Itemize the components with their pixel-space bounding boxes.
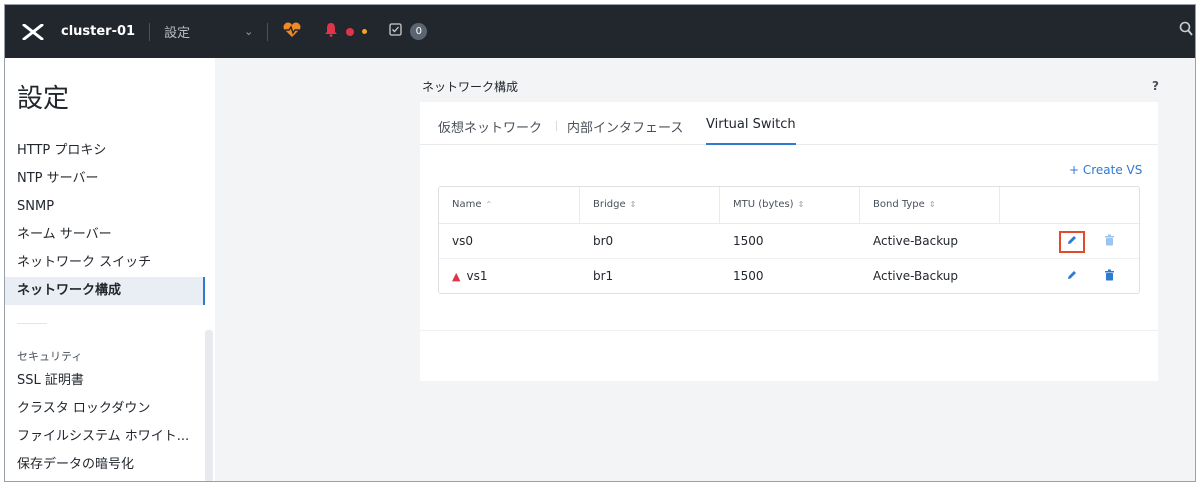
- search-icon[interactable]: [1179, 21, 1193, 41]
- nav-item-network-configuration[interactable]: ネットワーク構成: [5, 277, 205, 305]
- alert-bell-icon[interactable]: [324, 22, 338, 41]
- column-header-bond-type[interactable]: Bond Type ⇕: [860, 187, 1000, 223]
- sort-icon: ⇕: [928, 200, 936, 209]
- nutanix-logo-icon[interactable]: [11, 23, 55, 40]
- network-config-card: 仮想ネットワーク 内部インタフェース Virtual Switch + Crea…: [420, 102, 1158, 381]
- warning-triangle-icon: ▲: [452, 270, 461, 283]
- nav-item-snmp[interactable]: SNMP: [5, 193, 205, 221]
- tab-virtual-switch[interactable]: Virtual Switch: [706, 117, 796, 145]
- app-window: cluster-01 設定 ⌄ 0 設定 HTTP プロキシ NTP サーバー …: [4, 4, 1196, 482]
- help-button[interactable]: ?: [1152, 79, 1159, 93]
- trash-icon: [1104, 234, 1115, 250]
- nav-item-network-switch[interactable]: ネットワーク スイッチ: [5, 249, 205, 277]
- sort-icon: ⌃: [485, 200, 493, 209]
- pencil-icon: [1066, 234, 1078, 250]
- main-content: ネットワーク構成 ? 仮想ネットワーク 内部インタフェース Virtual Sw…: [215, 58, 1195, 481]
- edit-button[interactable]: [1059, 266, 1085, 288]
- cell-name: vs0: [452, 234, 473, 248]
- column-header-name[interactable]: Name ⌃: [439, 187, 580, 223]
- sidebar-title: 設定: [17, 84, 70, 114]
- column-header-bridge-label: Bridge: [593, 199, 626, 210]
- sort-icon: ⇕: [797, 200, 805, 209]
- cell-name: ▲ vs1: [439, 259, 487, 294]
- nav-item-cluster-lockdown[interactable]: クラスタ ロックダウン: [5, 395, 205, 423]
- nav-item-http-proxy[interactable]: HTTP プロキシ: [5, 137, 205, 165]
- column-header-name-label: Name: [452, 199, 482, 210]
- nav-item-data-at-rest-encryption[interactable]: 保存データの暗号化: [5, 451, 205, 479]
- nav-item-filesystem-whitelist[interactable]: ファイルシステム ホワイト...: [5, 423, 205, 451]
- settings-nav-list: HTTP プロキシ NTP サーバー SNMP ネーム サーバー ネットワーク …: [5, 137, 205, 305]
- cell-bond-type: Active-Backup: [873, 269, 959, 283]
- column-header-bridge[interactable]: Bridge ⇕: [580, 187, 720, 223]
- divider: [267, 22, 269, 41]
- tab-internal-interfaces[interactable]: 内部インタフェース: [567, 117, 683, 145]
- table-header: Name ⌃ Bridge ⇕ MTU (bytes) ⇕ Bond Type ⇕: [439, 187, 1139, 224]
- pencil-icon: [1066, 269, 1078, 285]
- top-bar: cluster-01 設定 ⌄ 0: [5, 5, 1195, 58]
- virtual-switch-table: Name ⌃ Bridge ⇕ MTU (bytes) ⇕ Bond Type ⇕ vs…: [438, 186, 1140, 294]
- cluster-name[interactable]: cluster-01: [61, 24, 135, 39]
- sort-icon: ⇕: [629, 200, 637, 209]
- cell-bridge: br1: [593, 269, 614, 283]
- settings-sidebar: 設定 HTTP プロキシ NTP サーバー SNMP ネーム サーバー ネットワ…: [5, 58, 215, 481]
- sidebar-scrollbar[interactable]: [205, 330, 213, 481]
- nav-item-name-servers[interactable]: ネーム サーバー: [5, 221, 205, 249]
- column-header-bond-type-label: Bond Type: [873, 199, 925, 210]
- warning-dot-icon[interactable]: [362, 29, 368, 34]
- health-heart-icon[interactable]: [282, 22, 302, 42]
- critical-dot-icon[interactable]: [346, 27, 355, 36]
- table-row[interactable]: vs0 br0 1500 Active-Backup: [439, 224, 1139, 259]
- card-divider: [420, 330, 1158, 331]
- tab-divider: [556, 121, 557, 131]
- create-vs-button[interactable]: + Create VS: [1069, 163, 1142, 177]
- trash-icon: [1104, 269, 1115, 285]
- column-header-mtu[interactable]: MTU (bytes) ⇕: [720, 187, 860, 223]
- cell-mtu: 1500: [733, 234, 764, 248]
- nav-divider: [17, 323, 47, 324]
- tasks-icon[interactable]: [389, 23, 402, 40]
- edit-button[interactable]: [1059, 231, 1085, 253]
- cell-bond-type: Active-Backup: [873, 234, 959, 248]
- divider: [149, 22, 151, 41]
- chevron-down-icon[interactable]: ⌄: [244, 25, 253, 38]
- column-header-mtu-label: MTU (bytes): [733, 199, 794, 210]
- cell-bridge: br0: [593, 234, 614, 248]
- status-group: 0: [282, 22, 428, 42]
- page-title: ネットワーク構成: [422, 80, 519, 94]
- nav-item-ssl-certificate[interactable]: SSL 証明書: [5, 367, 205, 395]
- delete-button[interactable]: [1099, 232, 1119, 252]
- delete-button[interactable]: [1099, 267, 1119, 287]
- nav-item-ntp-servers[interactable]: NTP サーバー: [5, 165, 205, 193]
- section-name[interactable]: 設定: [164, 22, 234, 41]
- table-row[interactable]: ▲ vs1 br1 1500 Active-Backup: [439, 259, 1139, 294]
- task-count-badge[interactable]: 0: [410, 23, 428, 40]
- cell-mtu: 1500: [733, 269, 764, 283]
- tab-virtual-networks[interactable]: 仮想ネットワーク: [438, 117, 542, 145]
- security-nav-list: SSL 証明書 クラスタ ロックダウン ファイルシステム ホワイト... 保存デ…: [5, 367, 205, 479]
- tab-bar: 仮想ネットワーク 内部インタフェース Virtual Switch: [420, 102, 1158, 145]
- nav-group-security-label: セキュリティ: [17, 350, 83, 363]
- cell-name-label: vs1: [466, 269, 488, 283]
